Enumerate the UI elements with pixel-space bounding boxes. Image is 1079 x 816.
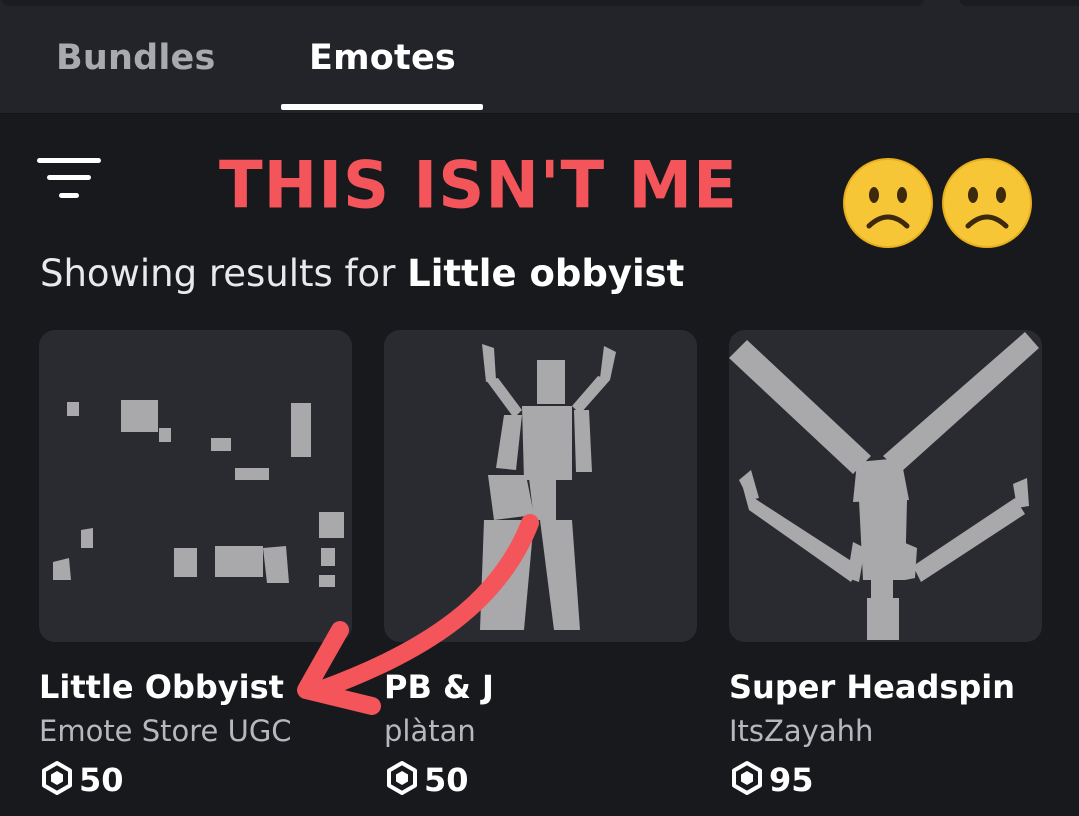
price-row: 95 <box>729 760 1042 800</box>
frowning-face-icon <box>843 158 933 248</box>
filter-icon[interactable] <box>36 155 102 205</box>
catalog-page: Bundles Emotes THIS ISN'T ME Showing res… <box>0 0 1079 816</box>
active-tab-indicator <box>281 104 483 110</box>
robux-icon <box>384 760 420 800</box>
tab-bundles[interactable]: Bundles <box>56 38 216 78</box>
item-thumbnail[interactable] <box>384 330 697 642</box>
item-name[interactable]: Super Headspin <box>729 668 1042 706</box>
annotation-text: THIS ISN'T ME <box>219 148 738 224</box>
item-name[interactable]: PB & J <box>384 668 697 706</box>
item-creator[interactable]: Emote Store UGC <box>39 714 352 748</box>
price-row: 50 <box>384 760 697 800</box>
top-strip <box>0 0 1079 8</box>
item-card[interactable]: Super Headspin ItsZayahh 95 <box>729 330 1042 800</box>
search-query: Little obbyist <box>407 252 685 295</box>
cart-button-edge <box>958 0 1079 6</box>
results-prefix: Showing results for <box>40 252 408 295</box>
item-thumbnail[interactable] <box>39 330 352 642</box>
scattered-blocks-figure <box>53 400 344 587</box>
robux-icon <box>729 760 765 800</box>
headspin-figure <box>729 332 1039 640</box>
item-card[interactable]: Little Obbyist Emote Store UGC 50 <box>39 330 352 800</box>
item-name[interactable]: Little Obbyist <box>39 668 352 706</box>
robux-icon <box>39 760 75 800</box>
price-row: 50 <box>39 760 352 800</box>
search-bar-edge <box>0 0 925 6</box>
item-price: 95 <box>769 761 814 799</box>
item-thumbnail[interactable] <box>729 330 1042 642</box>
arms-up-figure <box>480 344 616 630</box>
frowning-face-icon <box>942 158 1032 248</box>
results-summary: Showing results for Little obbyist <box>40 252 684 295</box>
item-price: 50 <box>424 761 469 799</box>
item-card[interactable]: PB & J plàtan 50 <box>384 330 697 800</box>
item-creator[interactable]: ItsZayahh <box>729 714 1042 748</box>
tab-emotes[interactable]: Emotes <box>309 38 456 78</box>
item-creator[interactable]: plàtan <box>384 714 697 748</box>
tab-bar: Bundles Emotes <box>0 0 1079 114</box>
item-price: 50 <box>79 761 124 799</box>
